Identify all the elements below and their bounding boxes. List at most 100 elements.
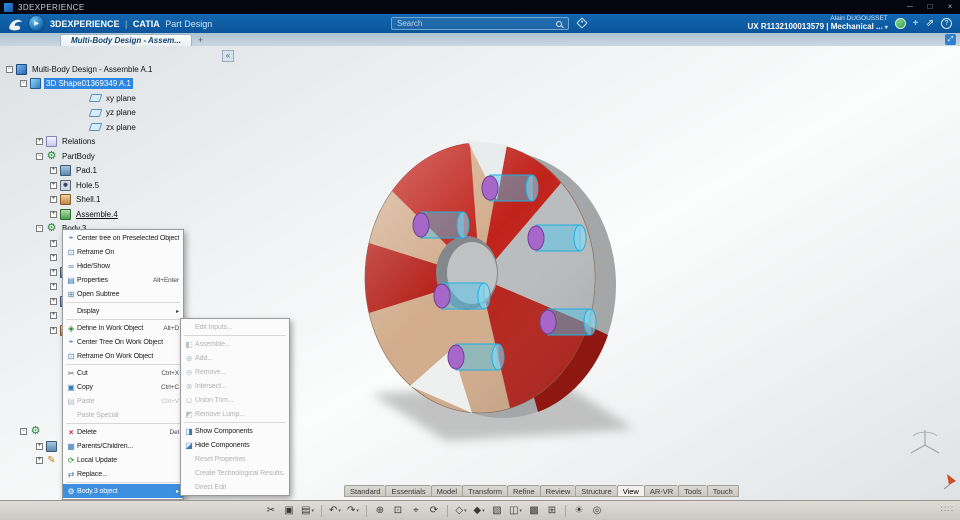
menu-item-open-subtree[interactable]: ⊞ Open Subtree	[63, 287, 183, 301]
tree-expander-icon[interactable]: −	[36, 225, 43, 233]
menu-item-parents-children[interactable]: ▦ Parents/Children...	[63, 439, 183, 453]
tree-item-xy-plane[interactable]: xy plane	[2, 91, 155, 106]
ribbon-tab-transform[interactable]: Transform	[462, 485, 507, 497]
zoom-fit-tool[interactable]: ⊡	[390, 503, 406, 519]
minimize-button[interactable]: ─	[900, 0, 920, 14]
tree-item-yz-plane[interactable]: yz plane	[2, 106, 155, 121]
menu-item-cut[interactable]: ✂ Cut Ctrl+X	[63, 366, 183, 380]
ribbon-tab-ar-vr[interactable]: AR-VR	[643, 485, 679, 497]
menu-item-hide-show[interactable]: ∞ Hide/Show	[63, 259, 183, 273]
tree-expander-icon[interactable]: +	[50, 167, 57, 175]
tree-item-partbody[interactable]: − ⚙ PartBody	[2, 149, 155, 164]
tree-expander-icon[interactable]: +	[50, 254, 57, 262]
help-button[interactable]: ?	[941, 18, 952, 29]
menu-item-copy[interactable]: ▣ Copy Ctrl+C	[63, 380, 183, 394]
menu-item-define-in-work-object[interactable]: ◈ Define In Work Object Alt+D	[63, 321, 183, 335]
maximize-button[interactable]: □	[920, 0, 940, 14]
ribbon-tab-touch[interactable]: Touch	[706, 485, 739, 497]
menu-item-display[interactable]: Display ▸	[63, 304, 183, 318]
submenu-item-show-components[interactable]: ◨ Show Components	[181, 424, 289, 438]
magnifier-tool[interactable]: ◎	[589, 503, 605, 519]
search-box[interactable]	[391, 17, 569, 30]
menu-item-local-update[interactable]: ⟳ Local Update	[63, 453, 183, 467]
tree-expander-icon[interactable]: −	[36, 152, 43, 160]
close-button[interactable]: ×	[940, 0, 960, 14]
menu-item-reframe-on[interactable]: ⊡ Reframe On	[63, 245, 183, 259]
paste-tool[interactable]: ▤ ▾	[299, 503, 316, 519]
user-block[interactable]: Alain DUGOUSSET UX R1132100013579 | Mech…	[748, 15, 888, 32]
toolbar-grip[interactable]: ∷∷	[941, 504, 954, 515]
tree-item-assemble-4[interactable]: + Assemble.4	[2, 207, 155, 222]
3ds-logo-icon	[9, 19, 22, 30]
menu-item-properties[interactable]: ▤ Properties Alt+Enter	[63, 273, 183, 287]
section-tool[interactable]: ◫ ▾	[507, 503, 524, 519]
menu-item-center-tree-on-preselected-objects[interactable]: ⌖ Center tree on Preselected Objects	[63, 231, 183, 245]
zoom-in-tool[interactable]: ⊕	[372, 503, 388, 519]
ribbon-tab-view[interactable]: View	[616, 485, 644, 497]
wireframe-tool[interactable]: ▧	[489, 503, 505, 519]
menu-item-center-tree-on-work-object[interactable]: ⌖ Center Tree On Work Object	[63, 335, 183, 349]
tree-expander-icon[interactable]: +	[36, 138, 43, 146]
ribbon-tab-tools[interactable]: Tools	[678, 485, 707, 497]
rotate-tool[interactable]: ⟳	[426, 503, 442, 519]
3dcompass-button[interactable]: ▶	[29, 16, 44, 31]
tree-collapse-button[interactable]: «	[222, 50, 234, 62]
workspace-selector[interactable]: UX R1132100013579 | Mechanical ... ▾	[748, 23, 888, 32]
ribbon-tab-refine[interactable]: Refine	[506, 485, 540, 497]
tree-expander-icon[interactable]: +	[50, 239, 57, 247]
tree-expander-icon[interactable]: +	[50, 326, 57, 334]
tree-expander-icon[interactable]: +	[36, 457, 43, 465]
tree-expander-icon[interactable]: −	[20, 80, 27, 88]
tree-expander-icon[interactable]: −	[6, 65, 13, 73]
ribbon-tab-structure[interactable]: Structure	[575, 485, 617, 497]
tree-item-hole-5[interactable]: + Hole.5	[2, 178, 155, 193]
ribbon-tab-review[interactable]: Review	[539, 485, 576, 497]
ribbon-tab-essentials[interactable]: Essentials	[385, 485, 431, 497]
hide-show-space-tool[interactable]: ▩	[526, 503, 542, 519]
copy-tool[interactable]: ▣	[281, 503, 297, 519]
tree-expander-icon[interactable]: +	[36, 442, 43, 450]
ambience-tool[interactable]: ☀	[571, 503, 587, 519]
tree-expander-icon[interactable]: +	[50, 312, 57, 320]
tree-item-multi-body-design-assemble-a-1[interactable]: − Multi-Body Design - Assemble A.1	[2, 62, 155, 77]
menu-item-paste: ▤ Paste Ctrl+V	[63, 394, 183, 408]
share-icon[interactable]: ⇗	[926, 18, 934, 29]
tree-item-zx-plane[interactable]: zx plane	[2, 120, 155, 135]
search-input[interactable]	[392, 19, 556, 28]
tree-item-pad-1[interactable]: + Pad.1	[2, 164, 155, 179]
screen-capture-tool[interactable]: ⊞	[544, 503, 560, 519]
undo-button[interactable]: ↶ ▾	[327, 503, 343, 519]
tree-expander-icon[interactable]: +	[50, 196, 57, 204]
cut-tool[interactable]: ✂	[263, 503, 279, 519]
tag-icon[interactable]	[576, 17, 588, 29]
search-icon[interactable]	[556, 20, 562, 27]
tree-item-shell-1[interactable]: + Shell.1	[2, 193, 155, 208]
tree-expander-icon[interactable]: +	[50, 181, 57, 189]
view-compass[interactable]	[910, 430, 940, 454]
menu-item-reframe-on-work-object[interactable]: ⊡ Reframe On Work Object	[63, 349, 183, 363]
tab-multi-body-design[interactable]: Multi-Body Design - Assem...	[60, 34, 192, 46]
expand-viewport-button[interactable]: ⤢	[945, 34, 956, 45]
new-tab-button[interactable]: +	[198, 34, 203, 46]
menu-item-delete[interactable]: × Delete Del	[63, 425, 183, 439]
menu-item-body-3-object[interactable]: ⚙ Body.3 object ▸	[63, 484, 183, 498]
ribbon-tab-model[interactable]: Model	[430, 485, 463, 497]
tree-expander-icon[interactable]: −	[20, 428, 27, 436]
app-bar: ▶ 3DEXPERIENCE | CATIA Part Design Alain…	[0, 14, 960, 33]
tree-expander-icon[interactable]: +	[50, 283, 57, 291]
tree-expander-icon[interactable]: +	[50, 268, 57, 276]
menu-item-replace[interactable]: ⇄ Replace...	[63, 467, 183, 481]
add-button[interactable]: +	[913, 18, 919, 29]
tree-expander-icon[interactable]: +	[50, 210, 57, 218]
tree-item-3d-shape01369349-a-1[interactable]: − 3D Shape01369349 A.1	[2, 77, 155, 92]
render-style-tool[interactable]: ◆ ▾	[471, 503, 487, 519]
view-orientation-tool[interactable]: ◇ ▾	[453, 503, 469, 519]
pan-tool[interactable]: ⌖	[408, 503, 424, 519]
chevron-down-icon: ▾	[356, 507, 359, 514]
submenu-item-hide-components[interactable]: ◪ Hide Components	[181, 438, 289, 452]
redo-button[interactable]: ↷ ▾	[345, 503, 361, 519]
avatar[interactable]	[894, 18, 906, 29]
tree-item-relations[interactable]: + Relations	[2, 135, 155, 150]
tree-expander-icon[interactable]: +	[50, 297, 57, 305]
ribbon-tab-standard[interactable]: Standard	[344, 485, 386, 497]
